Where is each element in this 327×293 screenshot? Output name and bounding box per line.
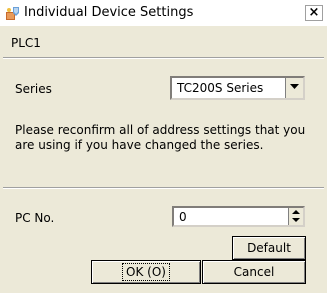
- device-settings-icon: [5, 5, 21, 21]
- window-title: Individual Device Settings: [24, 5, 194, 20]
- spin-buttons[interactable]: [288, 208, 303, 225]
- ok-label: OK (O): [122, 263, 170, 281]
- device-name: PLC1: [11, 36, 41, 50]
- series-label: Series: [15, 82, 52, 96]
- series-dropdown[interactable]: TC200S Series: [170, 76, 305, 100]
- cancel-button[interactable]: Cancel: [202, 260, 306, 284]
- dropdown-button[interactable]: [285, 78, 303, 98]
- default-button[interactable]: Default: [232, 236, 306, 260]
- chevron-down-icon: [290, 84, 299, 89]
- divider: [3, 57, 324, 59]
- series-change-note: Please reconfirm all of address settings…: [15, 123, 306, 152]
- divider: [3, 187, 324, 189]
- series-value: TC200S Series: [177, 81, 264, 95]
- title-bar[interactable]: Individual Device Settings ×: [0, 0, 327, 26]
- ok-button[interactable]: OK (O): [91, 260, 201, 284]
- spin-up-icon[interactable]: [292, 209, 300, 215]
- pc-no-value: 0: [179, 210, 187, 224]
- pc-no-spinbox[interactable]: 0: [172, 206, 305, 227]
- spin-down-icon[interactable]: [292, 217, 300, 223]
- pc-no-label: PC No.: [15, 211, 55, 225]
- close-button[interactable]: ×: [305, 5, 323, 21]
